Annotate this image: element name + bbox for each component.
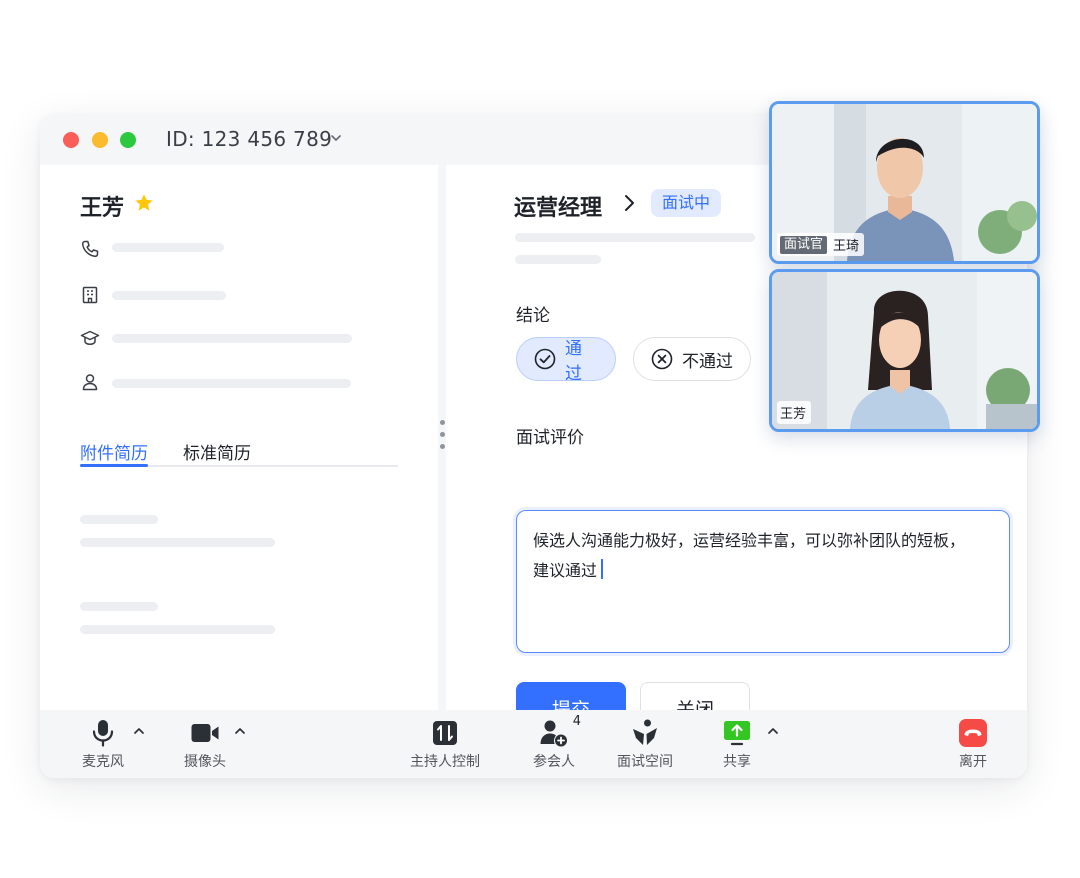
x-circle-icon xyxy=(651,348,673,370)
maximize-window-button[interactable] xyxy=(120,132,136,148)
education-placeholder xyxy=(112,334,352,343)
tab-attachment-resume[interactable]: 附件简历 xyxy=(80,439,148,464)
participants-label: 参会人 xyxy=(533,754,575,770)
fail-label: 不通过 xyxy=(682,351,733,372)
profile-placeholder xyxy=(112,379,351,388)
close-window-button[interactable] xyxy=(63,132,79,148)
host-control-button[interactable]: 主持人控制 xyxy=(400,718,490,771)
evaluation-text-line: 建议通过 xyxy=(533,561,598,580)
job-info-placeholder xyxy=(515,255,601,264)
job-title: 运营经理 xyxy=(514,196,603,221)
tab-standard-resume[interactable]: 标准简历 xyxy=(183,439,251,464)
leave-button[interactable]: 离开 xyxy=(928,718,1018,771)
interview-space-label: 面试空间 xyxy=(617,754,673,770)
interviewer-caption: 面试官 王琦 xyxy=(777,233,865,256)
candidate-caption: 王芳 xyxy=(777,401,812,424)
panel-resize-handle[interactable] xyxy=(438,420,446,460)
resume-placeholder xyxy=(80,538,275,547)
meeting-id[interactable]: ID: 123 456 789 xyxy=(166,127,332,151)
chevron-right-icon[interactable] xyxy=(621,192,639,214)
active-tab-indicator xyxy=(80,464,148,467)
resume-placeholder xyxy=(80,515,158,524)
person-icon xyxy=(82,374,98,391)
interviewer-name: 王琦 xyxy=(833,239,860,254)
candidate-panel: 王芳 附件简历 标准简历 xyxy=(40,165,438,710)
leave-label: 离开 xyxy=(959,754,987,770)
chevron-up-icon[interactable] xyxy=(132,724,146,738)
company-building-icon xyxy=(82,286,98,304)
host-control-label: 主持人控制 xyxy=(410,754,480,770)
interviewer-video-tile[interactable]: 面试官 王琦 xyxy=(769,101,1040,264)
candidate-video-feed xyxy=(772,272,1037,429)
status-badge: 面试中 xyxy=(651,189,722,217)
resume-placeholder xyxy=(80,602,158,611)
interview-space-icon xyxy=(633,719,657,745)
chevron-down-icon[interactable] xyxy=(329,131,343,145)
microphone-icon xyxy=(92,720,114,747)
job-info-placeholder xyxy=(515,233,755,242)
interviewer-role-tag: 面试官 xyxy=(780,235,828,254)
participants-icon xyxy=(540,720,567,747)
interview-space-button[interactable]: 面试空间 xyxy=(600,718,690,771)
chevron-up-icon[interactable] xyxy=(766,724,780,738)
conclusion-label: 结论 xyxy=(516,306,550,326)
host-control-icon xyxy=(433,721,457,745)
pass-label: 通过 xyxy=(565,339,582,384)
camera-icon xyxy=(191,724,219,742)
camera-label: 摄像头 xyxy=(184,754,226,770)
resume-placeholder xyxy=(80,625,275,634)
chevron-up-icon[interactable] xyxy=(233,724,247,738)
text-cursor xyxy=(601,559,604,579)
share-screen-icon xyxy=(724,721,750,746)
fail-option[interactable]: 不通过 xyxy=(633,337,751,381)
star-icon[interactable] xyxy=(133,192,155,214)
candidate-video-tile[interactable]: 王芳 xyxy=(769,269,1040,432)
participants-button[interactable]: 4 参会人 xyxy=(509,714,599,771)
microphone-label: 麦克风 xyxy=(82,754,124,770)
candidate-name: 王芳 xyxy=(80,196,125,221)
resume-tabs: 附件简历 标准简历 xyxy=(80,435,398,467)
minimize-window-button[interactable] xyxy=(92,132,108,148)
meeting-toolbar: 麦克风 摄像头 主持人控制 4 参会人 面试空间 共享 离开 xyxy=(40,710,1027,778)
evaluation-label: 面试评价 xyxy=(516,428,584,448)
share-label: 共享 xyxy=(723,754,751,770)
participants-count: 4 xyxy=(572,714,581,729)
phone-icon xyxy=(81,240,99,258)
candidate-video-name: 王芳 xyxy=(780,407,807,422)
evaluation-textarea[interactable]: 候选人沟通能力极好，运营经验丰富，可以弥补团队的短板， 建议通过 xyxy=(516,510,1010,653)
check-circle-icon xyxy=(534,348,556,370)
hang-up-icon xyxy=(959,719,987,747)
company-placeholder xyxy=(112,291,226,300)
phone-placeholder xyxy=(112,243,224,252)
education-cap-icon xyxy=(80,330,100,346)
evaluation-text-line: 候选人沟通能力极好，运营经验丰富，可以弥补团队的短板， xyxy=(533,531,966,550)
pass-option[interactable]: 通过 xyxy=(516,337,616,384)
